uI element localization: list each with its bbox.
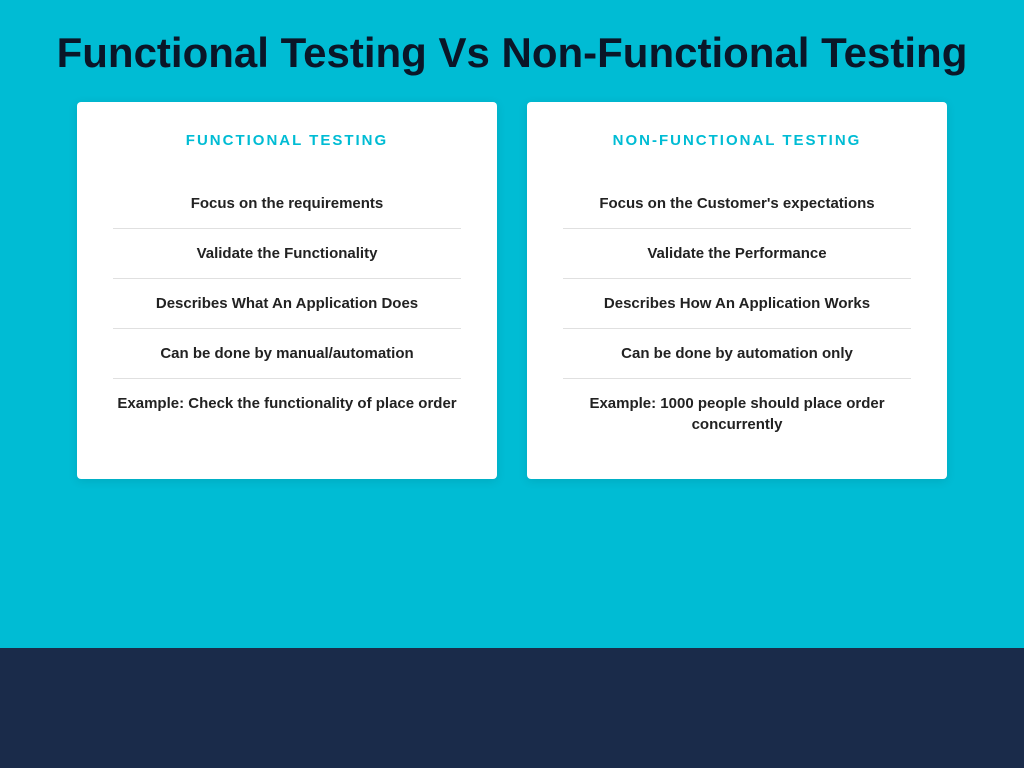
card-item-non-functional-1: Validate the Performance bbox=[563, 229, 911, 279]
card-non-functional: NON-FUNCTIONAL TESTING Focus on the Custo… bbox=[527, 102, 947, 479]
bottom-bar bbox=[0, 648, 1024, 768]
card-title-non-functional: NON-FUNCTIONAL TESTING bbox=[563, 130, 911, 151]
card-item-functional-1: Validate the Functionality bbox=[113, 229, 461, 279]
card-item-non-functional-0: Focus on the Customer's expectations bbox=[563, 179, 911, 229]
card-item-text-non-functional-2: Describes How An Application Works bbox=[604, 295, 870, 312]
card-title-functional: FUNCTIONAL TESTING bbox=[113, 130, 461, 151]
card-functional: FUNCTIONAL TESTING Focus on the requireme… bbox=[77, 102, 497, 479]
background: Functional Testing Vs Non-Functional Tes… bbox=[0, 0, 1024, 768]
card-item-text-functional-1: Validate the Functionality bbox=[197, 245, 378, 262]
card-item-text-functional-4: Example: Check the functionality of plac… bbox=[117, 395, 456, 412]
card-item-non-functional-3: Can be done by automation only bbox=[563, 329, 911, 379]
card-item-non-functional-2: Describes How An Application Works bbox=[563, 279, 911, 329]
card-item-text-non-functional-3: Can be done by automation only bbox=[621, 345, 853, 362]
card-item-text-non-functional-4: Example: 1000 people should place order … bbox=[589, 395, 884, 433]
card-item-functional-2: Describes What An Application Does bbox=[113, 279, 461, 329]
card-item-text-functional-3: Can be done by manual/automation bbox=[160, 345, 413, 362]
card-item-text-non-functional-1: Validate the Performance bbox=[647, 245, 826, 262]
card-item-text-functional-2: Describes What An Application Does bbox=[156, 295, 418, 312]
card-item-functional-3: Can be done by manual/automation bbox=[113, 329, 461, 379]
card-item-non-functional-4: Example: 1000 people should place order … bbox=[563, 379, 911, 449]
card-item-text-non-functional-0: Focus on the Customer's expectations bbox=[599, 195, 874, 212]
card-item-text-functional-0: Focus on the requirements bbox=[191, 195, 384, 212]
title-area: Functional Testing Vs Non-Functional Tes… bbox=[0, 0, 1024, 102]
card-item-functional-0: Focus on the requirements bbox=[113, 179, 461, 229]
card-item-functional-4: Example: Check the functionality of plac… bbox=[113, 379, 461, 428]
cards-container: FUNCTIONAL TESTING Focus on the requireme… bbox=[0, 102, 1024, 479]
page-title: Functional Testing Vs Non-Functional Tes… bbox=[40, 28, 984, 78]
